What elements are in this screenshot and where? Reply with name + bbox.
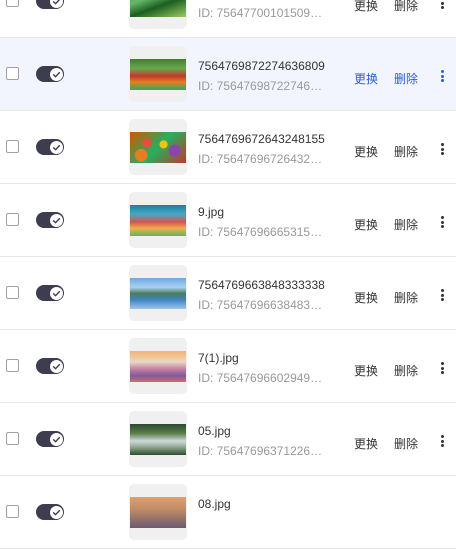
thumbnail-image (130, 278, 186, 309)
more-vertical-icon[interactable] (439, 289, 445, 301)
thumbnail-image (130, 351, 186, 382)
file-name: 7564769872274636809 (198, 59, 325, 73)
toggle-knob (49, 286, 63, 300)
row-checkbox[interactable] (6, 432, 19, 445)
row-checkbox[interactable] (6, 359, 19, 372)
toggle-knob (49, 359, 63, 373)
file-name: 05.jpg (198, 424, 231, 438)
enable-toggle[interactable] (36, 66, 64, 82)
check-icon (52, 436, 60, 442)
file-name: 7564769663848333338 (198, 278, 325, 292)
check-icon (52, 290, 60, 296)
row-checkbox[interactable] (6, 67, 19, 80)
thumbnail-frame (129, 338, 187, 394)
file-name: 08.jpg (198, 497, 231, 511)
delete-button[interactable]: 删除 (394, 70, 418, 87)
toggle-knob (49, 67, 63, 81)
delete-button[interactable]: 删除 (394, 216, 418, 233)
enable-toggle[interactable] (36, 504, 64, 520)
table-row[interactable]: 7564769663848333338 ID: 756476966384833..… (0, 257, 456, 330)
enable-toggle[interactable] (36, 0, 64, 9)
thumbnail-frame (129, 484, 187, 540)
delete-button[interactable]: 删除 (394, 362, 418, 379)
toggle-knob (49, 140, 63, 154)
check-icon (52, 363, 60, 369)
more-vertical-icon[interactable] (439, 362, 445, 374)
table-row[interactable]: 05.jpg ID: 756476963712260... 更换 删除 (0, 403, 456, 476)
more-vertical-icon[interactable] (439, 0, 445, 9)
replace-button[interactable]: 更换 (354, 70, 378, 87)
file-id: ID: 756476966653150... (198, 225, 324, 239)
thumbnail-frame (129, 192, 187, 248)
thumbnail-frame (129, 46, 187, 102)
file-id: ID: 756476966029492... (198, 371, 324, 385)
toggle-knob (49, 505, 63, 519)
file-id: ID: 756476967264324... (198, 152, 324, 166)
thumbnail-frame (129, 265, 187, 321)
toggle-knob (49, 432, 63, 446)
check-icon (52, 0, 60, 4)
replace-button[interactable]: 更换 (354, 143, 378, 160)
replace-button[interactable]: 更换 (354, 435, 378, 452)
check-icon (52, 509, 60, 515)
file-name: 7(1).jpg (198, 351, 239, 365)
table-row[interactable]: 08.jpg (0, 476, 456, 549)
thumbnail-image (130, 0, 186, 17)
delete-button[interactable]: 删除 (394, 435, 418, 452)
thumbnail-image (130, 59, 186, 90)
delete-button[interactable]: 删除 (394, 289, 418, 306)
image-list: ID: 756477001015091... 更换 删除 75647698722746… (0, 0, 456, 549)
thumbnail-frame (129, 119, 187, 175)
table-row[interactable]: 7564769872274636809 ID: 756476987227463..… (0, 38, 456, 111)
delete-button[interactable]: 删除 (394, 143, 418, 160)
check-icon (52, 144, 60, 150)
file-id: ID: 756477001015091... (198, 6, 324, 20)
replace-button[interactable]: 更换 (354, 362, 378, 379)
row-checkbox[interactable] (6, 140, 19, 153)
thumbnail-frame (129, 411, 187, 467)
toggle-knob (49, 213, 63, 227)
file-name: 9.jpg (198, 205, 225, 219)
more-vertical-icon[interactable] (439, 435, 445, 447)
table-row[interactable]: 9.jpg ID: 756476966653150... 更换 删除 (0, 184, 456, 257)
replace-button[interactable]: 更换 (354, 216, 378, 233)
check-icon (52, 217, 60, 223)
file-id: ID: 756476966384833... (198, 298, 324, 312)
enable-toggle[interactable] (36, 139, 64, 155)
table-row[interactable]: ID: 756477001015091... 更换 删除 (0, 0, 456, 38)
row-checkbox[interactable] (6, 286, 19, 299)
table-row[interactable]: 7(1).jpg ID: 756476966029492... 更换 删除 (0, 330, 456, 403)
replace-button[interactable]: 更换 (354, 289, 378, 306)
thumbnail-image (130, 132, 186, 163)
file-id: ID: 756476963712260... (198, 444, 324, 458)
thumbnail-image (130, 424, 186, 455)
file-id: ID: 756476987227463... (198, 79, 324, 93)
row-checkbox[interactable] (6, 0, 19, 7)
row-checkbox[interactable] (6, 505, 19, 518)
enable-toggle[interactable] (36, 212, 64, 228)
more-vertical-icon[interactable] (439, 143, 445, 155)
check-icon (52, 71, 60, 77)
delete-button[interactable]: 删除 (394, 0, 418, 14)
more-vertical-icon[interactable] (439, 216, 445, 228)
toggle-knob (49, 0, 63, 8)
thumbnail-image (130, 497, 186, 528)
enable-toggle[interactable] (36, 431, 64, 447)
enable-toggle[interactable] (36, 285, 64, 301)
thumbnail-frame (129, 0, 187, 29)
table-row[interactable]: 7564769672643248155 ID: 756476967264324..… (0, 111, 456, 184)
thumbnail-image (130, 205, 186, 236)
file-name: 7564769672643248155 (198, 132, 325, 146)
enable-toggle[interactable] (36, 358, 64, 374)
more-vertical-icon[interactable] (439, 70, 445, 82)
replace-button[interactable]: 更换 (354, 0, 378, 14)
row-checkbox[interactable] (6, 213, 19, 226)
